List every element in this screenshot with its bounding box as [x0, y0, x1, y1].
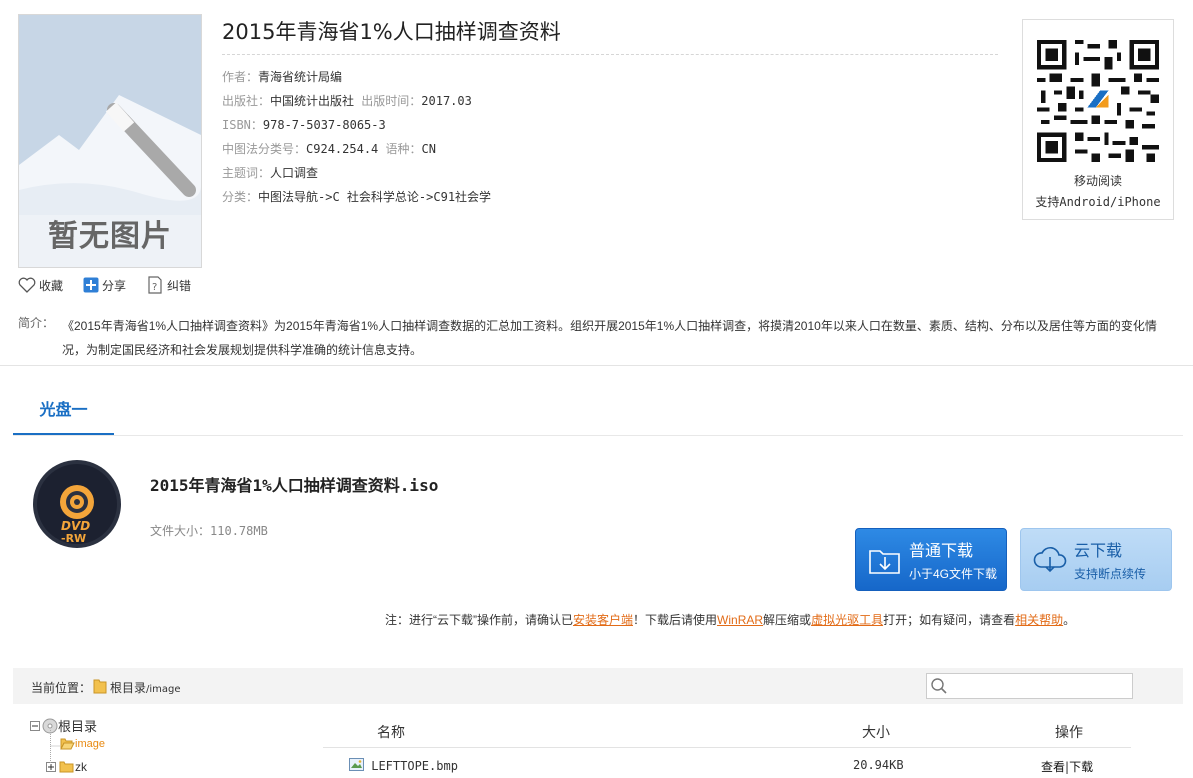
path-bar: 当前位置： 根目录/image [13, 668, 1183, 704]
meta-author: 作者：青海省统计局编 [222, 68, 342, 85]
file-name: LEFTTOPE.bmp [371, 759, 458, 773]
category-key: 分类： [222, 190, 259, 204]
collapse-icon [30, 720, 40, 731]
isbn-key: ISBN： [222, 118, 263, 132]
intro-label: 简介： [18, 316, 55, 330]
svg-text:DVD: DVD [61, 519, 90, 533]
col-header-size: 大小 [862, 724, 890, 740]
table-row-ops: 查看|下载 [1041, 758, 1093, 775]
subject-key: 主题词： [222, 166, 271, 180]
meta-category: 分类：中图法导航->C 社会科学总论->C91社会学 [222, 188, 491, 205]
title-divider [222, 54, 998, 55]
mobile-platform-label: 支持Android/iPhone [1035, 195, 1161, 209]
table-row-name-cell[interactable]: LEFTTOPE.bmp [349, 758, 458, 773]
note-text-3: 解压缩或 [763, 613, 812, 627]
author-key: 作者： [222, 70, 259, 84]
category-value[interactable]: 中图法导航->C 社会科学总论->C91社会学 [258, 190, 491, 204]
clc-key: 中图法分类号： [222, 142, 307, 156]
download-note: 注：进行“云下载”操作前，请确认已安装客户端！下载后请使用WinRAR解压缩或虚… [385, 611, 1075, 628]
share-button[interactable]: 分享 [83, 276, 126, 294]
lang-value: CN [421, 142, 436, 156]
publisher-key: 出版社： [222, 94, 271, 108]
note-text-4: 打开；如有疑问，请查看 [883, 613, 1016, 627]
normal-download-sub: 小于4G文件下载 [909, 567, 998, 581]
cloud-download-sub: 支持断点续传 [1074, 567, 1147, 581]
mobile-read-label: 移动阅读 [1073, 174, 1122, 188]
author-value: 青海省统计局编 [258, 70, 343, 84]
help-link[interactable]: 相关帮助 [1015, 613, 1063, 627]
dvd-rw-icon: DVD -RW [33, 460, 121, 548]
current-path: 根目录/image [110, 679, 181, 696]
folder-download-icon [869, 550, 900, 574]
intro-text: 《2015年青海省1%人口抽样调查资料》为2015年青海省1%人口抽样调查数据的… [62, 319, 1157, 357]
isbn-value: 978-7-5037-8065-3 [262, 118, 386, 132]
pubdate-value: 2017.03 [421, 94, 472, 108]
cloud-download-icon [1033, 547, 1067, 573]
tab-disc-1[interactable]: 光盘一 [13, 392, 114, 436]
current-location-label: 当前位置： [31, 681, 92, 695]
cloud-download-title: 云下载 [1074, 543, 1123, 560]
cover-placeholder-text: 暂无图片 [48, 219, 172, 254]
favorite-button[interactable]: 收藏 [18, 276, 63, 294]
cover-placeholder-graphic [19, 95, 201, 215]
normal-download-title: 普通下载 [909, 543, 974, 560]
report-icon: ? [148, 276, 162, 294]
disc-file-size: 文件大小：110.78MB [150, 522, 268, 539]
file-search-input[interactable] [926, 673, 1133, 699]
file-size-value: 110.78MB [210, 524, 268, 538]
tree-connector-lines [50, 730, 60, 766]
col-header-name: 名称 [377, 724, 405, 740]
svg-text:-RW: -RW [61, 532, 86, 545]
clc-value: C924.254.4 [306, 142, 379, 156]
lang-key: 语种： [385, 142, 422, 156]
image-file-icon [349, 758, 364, 771]
disc-file-name: 2015年青海省1%人口抽样调查资料.iso [150, 476, 439, 495]
pubdate-key: 出版时间： [361, 94, 422, 108]
file-size-key: 文件大小： [150, 524, 211, 538]
col-header-ops: 操作 [1055, 724, 1083, 740]
book-cover: 暂无图片 [18, 14, 202, 268]
note-text-2: ！下载后请使用 [633, 613, 718, 627]
book-actions: 收藏 分享 ? 纠错 [18, 276, 211, 294]
meta-subject: 主题词：人口调查 [222, 164, 318, 181]
folder-icon [93, 679, 107, 694]
meta-clc: 中图法分类号：C924.254.4 语种：CN [222, 140, 436, 157]
subject-value: 人口调查 [270, 166, 319, 180]
share-label: 分享 [102, 278, 127, 293]
winrar-link[interactable]: WinRAR [717, 613, 763, 627]
search-icon [931, 678, 947, 694]
favorite-label: 收藏 [39, 278, 64, 293]
view-link[interactable]: 查看 [1041, 760, 1065, 774]
meta-isbn: ISBN：978-7-5037-8065-3 [222, 116, 386, 133]
book-title: 2015年青海省1%人口抽样调查资料 [222, 20, 561, 44]
path-sub: /image [146, 684, 181, 695]
note-text-1: 注：进行“云下载”操作前，请确认已 [385, 613, 573, 627]
report-error-button[interactable]: ? 纠错 [146, 276, 191, 294]
note-text-5: 。 [1063, 613, 1076, 627]
qr-code-icon [1037, 40, 1159, 162]
heart-icon [18, 277, 36, 293]
install-client-link[interactable]: 安装客户端 [573, 613, 633, 627]
virtual-drive-link[interactable]: 虚拟光驱工具 [811, 613, 883, 627]
report-label: 纠错 [167, 278, 192, 293]
publisher-value: 中国统计出版社 [270, 94, 355, 108]
plus-icon [83, 277, 99, 293]
cloud-download-button[interactable]: 云下载 支持断点续传 [1020, 528, 1172, 591]
svg-text:?: ? [152, 282, 157, 293]
normal-download-button[interactable]: 普通下载 小于4G文件下载 [855, 528, 1007, 591]
download-link[interactable]: 下载 [1069, 760, 1093, 774]
table-header-divider [323, 747, 1131, 748]
meta-publisher: 出版社：中国统计出版社 出版时间：2017.03 [222, 92, 472, 109]
tab-divider [13, 435, 1183, 436]
section-divider [0, 365, 1193, 366]
mobile-read-qr-box: 移动阅读 支持Android/iPhone [1022, 19, 1174, 220]
file-size: 20.94KB [853, 758, 904, 772]
path-root[interactable]: 根目录 [110, 681, 146, 695]
